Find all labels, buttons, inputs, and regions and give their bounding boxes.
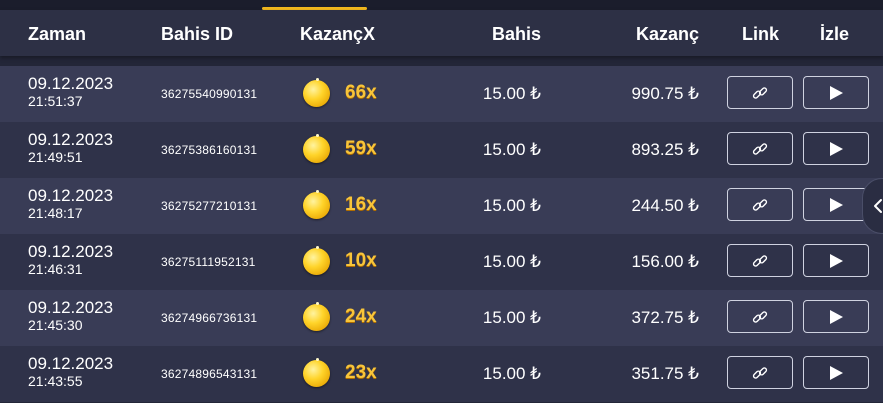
row-win-amount: 156.00 ₺: [631, 252, 699, 271]
row-bet-amount: 15.00 ₺: [482, 308, 541, 327]
row-bet-id: 36275277210131: [161, 199, 258, 213]
header-bet-id: Bahis ID: [161, 24, 234, 44]
row-win-amount: 990.75 ₺: [631, 84, 699, 103]
row-time: 21:46:31: [28, 261, 83, 277]
row-multiplier: 16x: [345, 194, 377, 215]
coin-icon: [303, 302, 330, 331]
row-date: 09.12.2023: [28, 186, 114, 205]
row-time: 21:43:55: [28, 373, 83, 389]
row-time: 21:48:17: [28, 205, 83, 221]
row-win-amount: 893.25 ₺: [631, 140, 699, 159]
row-multiplier: 59x: [345, 138, 377, 159]
link-button[interactable]: [727, 76, 793, 109]
link-icon: [752, 310, 768, 323]
row-win-amount: 244.50 ₺: [631, 196, 699, 215]
link-button[interactable]: [727, 132, 793, 165]
side-panel-toggle[interactable]: [862, 178, 883, 234]
row-bet-amount: 15.00 ₺: [482, 196, 541, 215]
link-button[interactable]: [727, 188, 793, 221]
play-icon: [829, 197, 843, 212]
header-link: Link: [742, 24, 780, 44]
chevron-left-icon: [874, 199, 882, 213]
watch-button[interactable]: [803, 76, 869, 109]
bet-history-list: 09.12.2023 21:51:37 36275540990131 66x 1…: [0, 66, 883, 402]
row-bet-id: 36275540990131: [161, 87, 258, 101]
row-date: 09.12.2023: [28, 74, 114, 93]
row-bet-id: 36274966736131: [161, 311, 258, 325]
link-button[interactable]: [727, 300, 793, 333]
header-win: Kazanç: [635, 24, 699, 44]
coin-icon: [303, 358, 330, 387]
link-icon: [752, 86, 768, 99]
header-multiplier: KazançX: [300, 24, 376, 44]
watch-button[interactable]: [803, 188, 869, 221]
table-row: 09.12.2023 21:48:17 36275277210131 16x 1…: [0, 178, 883, 234]
coin-icon: [303, 78, 330, 107]
row-bet-id: 36275111952131: [161, 255, 256, 269]
table-row: 09.12.2023 21:49:51 36275386160131 59x 1…: [0, 122, 883, 178]
top-tab-bar: [0, 0, 883, 10]
row-multiplier: 24x: [345, 306, 377, 327]
header-watch: İzle: [820, 24, 850, 44]
play-icon: [829, 253, 843, 268]
play-icon: [829, 141, 843, 156]
table-row: 09.12.2023 21:45:30 36274966736131 24x 1…: [0, 290, 883, 346]
link-button[interactable]: [727, 244, 793, 277]
row-bet-id: 36274896543131: [161, 367, 258, 381]
table-row: 09.12.2023 21:46:31 36275111952131 10x 1…: [0, 234, 883, 290]
watch-button[interactable]: [803, 132, 869, 165]
row-multiplier: 66x: [345, 82, 377, 103]
row-date: 09.12.2023: [28, 298, 114, 317]
play-icon: [829, 365, 843, 380]
row-bet-id: 36275386160131: [161, 143, 258, 157]
header-time: Zaman: [28, 24, 87, 44]
play-icon: [829, 309, 843, 324]
row-date: 09.12.2023: [28, 130, 114, 149]
coin-icon: [303, 246, 330, 275]
coin-icon: [303, 190, 330, 219]
link-icon: [752, 254, 768, 267]
row-multiplier: 23x: [345, 362, 377, 383]
row-time: 21:49:51: [28, 149, 83, 165]
row-bet-amount: 15.00 ₺: [482, 252, 541, 271]
header-bet: Bahis: [491, 24, 541, 44]
row-bet-amount: 15.00 ₺: [482, 140, 541, 159]
watch-button[interactable]: [803, 356, 869, 389]
table-row: 09.12.2023 21:43:55 36274896543131 23x 1…: [0, 346, 883, 402]
link-icon: [752, 198, 768, 211]
table-header: Zaman Bahis ID KazançX Bahis Kazanç Link…: [0, 10, 883, 56]
row-bet-amount: 15.00 ₺: [482, 84, 541, 103]
row-time: 21:45:30: [28, 317, 83, 333]
row-win-amount: 372.75 ₺: [631, 308, 699, 327]
row-date: 09.12.2023: [28, 242, 114, 261]
row-win-amount: 351.75 ₺: [631, 364, 699, 383]
row-date: 09.12.2023: [28, 354, 114, 373]
table-row: 09.12.2023 21:51:37 36275540990131 66x 1…: [0, 66, 883, 122]
link-button[interactable]: [727, 356, 793, 389]
coin-icon: [303, 134, 330, 163]
watch-button[interactable]: [803, 244, 869, 277]
play-icon: [829, 85, 843, 100]
row-time: 21:51:37: [28, 93, 83, 109]
row-bet-amount: 15.00 ₺: [482, 364, 541, 383]
row-multiplier: 10x: [345, 250, 377, 271]
link-icon: [752, 142, 768, 155]
link-icon: [752, 366, 768, 379]
watch-button[interactable]: [803, 300, 869, 333]
